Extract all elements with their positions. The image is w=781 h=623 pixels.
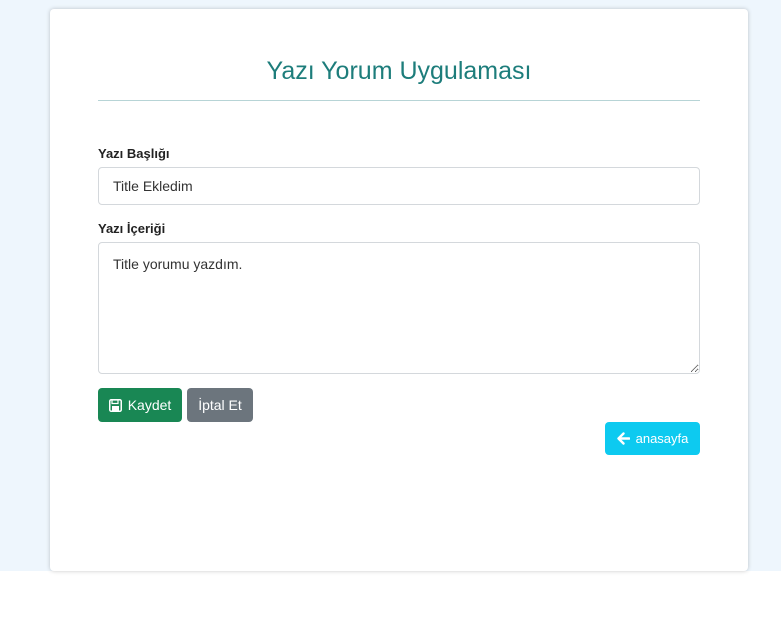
title-input[interactable]: [98, 167, 700, 205]
title-divider: [98, 100, 700, 101]
home-button[interactable]: anasayfa: [605, 422, 700, 455]
home-label: anasayfa: [635, 431, 689, 446]
arrow-left-icon: [616, 432, 630, 445]
content-textarea[interactable]: Title yorumu yazdım.: [98, 242, 700, 374]
save-label: Kaydet: [127, 397, 172, 413]
cancel-button[interactable]: İptal Et: [187, 388, 253, 422]
page-title: Yazı Yorum Uygulaması: [266, 57, 532, 85]
cancel-label: İptal Et: [198, 397, 242, 413]
content-label: Yazı İçeriği: [98, 221, 166, 236]
save-button[interactable]: Kaydet: [98, 388, 182, 422]
floppy-disk-icon: [108, 398, 122, 412]
form-card: Yazı Yorum Uygulaması Yazı Başlığı Yazı …: [50, 9, 748, 571]
title-label: Yazı Başlığı: [98, 146, 170, 161]
